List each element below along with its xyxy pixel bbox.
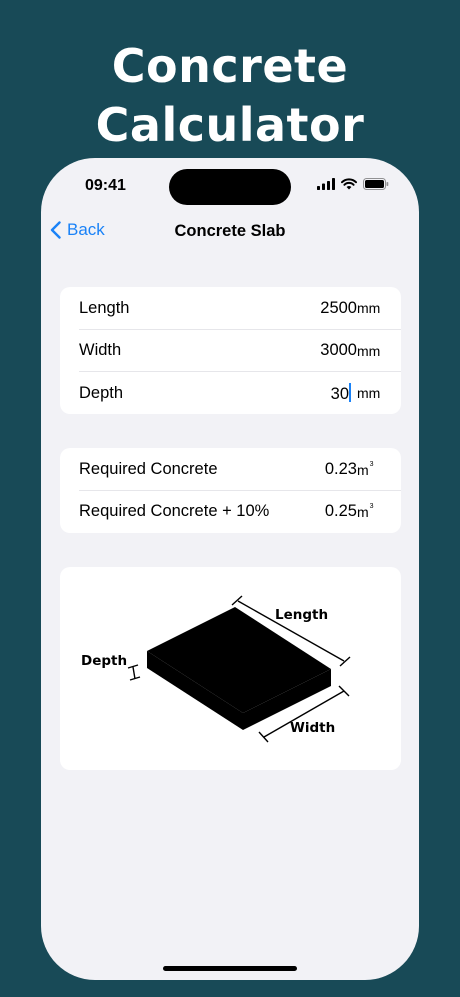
status-time: 09:41: [85, 177, 126, 194]
cellular-signal-icon: [317, 178, 335, 190]
status-icons: [317, 178, 389, 190]
required-concrete-plus-unit: m3: [357, 503, 374, 520]
length-label: Length: [79, 298, 130, 317]
length-dimension-label: Length: [275, 607, 328, 623]
length-unit: mm: [357, 300, 381, 317]
depth-row[interactable]: Depth 30 mm: [60, 372, 401, 414]
headline-line-2: Calculator: [95, 98, 365, 152]
wifi-icon: [341, 178, 357, 190]
required-concrete-plus-value: 0.25: [324, 502, 357, 521]
depth-dimension-label: Depth: [81, 653, 127, 669]
width-unit: mm: [357, 342, 381, 359]
text-cursor: [349, 382, 351, 402]
required-concrete-value: 0.23: [324, 459, 357, 478]
dimensions-card: Length 2500 mm Width 3000 mm Depth 30 mm: [60, 287, 401, 414]
width-label: Width: [79, 341, 122, 360]
depth-value: 30: [330, 384, 349, 403]
depth-unit: mm: [357, 385, 381, 402]
result-row: Required Concrete + 10% 0.25 m3: [60, 491, 401, 534]
result-row: Required Concrete 0.23 m3: [60, 448, 401, 491]
depth-input[interactable]: 30: [330, 382, 351, 404]
dynamic-island: [169, 169, 291, 205]
depth-label: Depth: [79, 383, 124, 402]
unit-base: m: [357, 461, 369, 478]
unit-exponent: 3: [369, 460, 374, 468]
slab-diagram: Length Width Depth: [81, 595, 351, 743]
home-indicator: [163, 966, 297, 971]
slab-diagram-card: Length Width Depth: [60, 567, 401, 770]
length-row[interactable]: Length 2500 mm: [60, 287, 401, 330]
width-input[interactable]: 3000: [320, 341, 357, 360]
headline-line-1: Concrete: [111, 39, 349, 93]
depth-dimension: [127, 664, 141, 681]
unit-exponent: 3: [369, 503, 374, 511]
required-concrete-unit: m3: [357, 461, 374, 478]
length-input[interactable]: 2500: [320, 299, 357, 318]
page-title: Concrete Slab: [174, 222, 286, 240]
unit-base: m: [357, 504, 369, 521]
width-dimension-label: Width: [290, 720, 335, 736]
required-concrete-label: Required Concrete: [79, 459, 218, 478]
width-row[interactable]: Width 3000 mm: [60, 330, 401, 373]
results-card: Required Concrete 0.23 m3 Required Concr…: [60, 448, 401, 533]
phone-frame: 09:41 Back Concrete Slab Length 2500 mm …: [41, 158, 419, 980]
required-concrete-plus-label: Required Concrete + 10%: [79, 502, 270, 521]
battery-icon: [363, 178, 389, 190]
